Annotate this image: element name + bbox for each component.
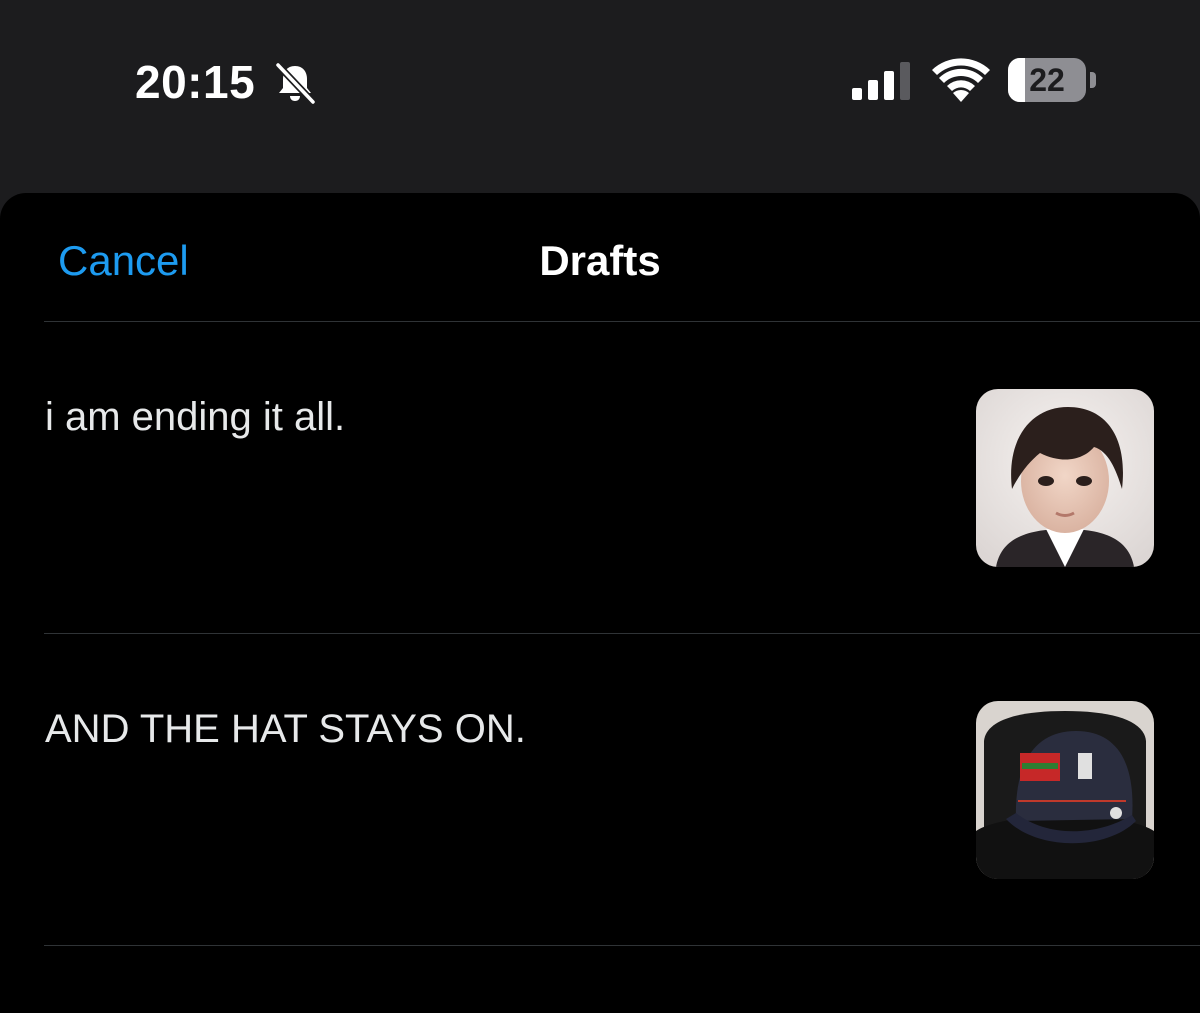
draft-thumbnail-portrait <box>976 389 1154 567</box>
draft-text: i am ending it all. <box>45 395 346 439</box>
cancel-button[interactable]: Cancel <box>58 233 189 289</box>
battery-percent: 22 <box>1029 62 1065 98</box>
bell-slash-icon <box>274 61 317 106</box>
sheet-header: Drafts Cancel <box>0 193 1200 321</box>
draft-thumbnail-cap <box>976 701 1154 879</box>
draft-item[interactable]: AND THE HAT STAYS ON. <box>0 634 1200 946</box>
wifi-icon <box>932 58 990 102</box>
battery-tip <box>1090 72 1096 88</box>
cellular-signal-icon <box>852 62 910 100</box>
draft-divider <box>44 945 1200 946</box>
battery-indicator: 22 <box>1008 58 1096 102</box>
drafts-sheet: Drafts Cancel i am ending it all. AND TH… <box>0 193 1200 1013</box>
status-time: 20:15 <box>135 56 256 108</box>
battery-icon: 22 <box>1008 58 1086 102</box>
draft-text: AND THE HAT STAYS ON. <box>45 707 526 751</box>
status-bar: 20:15 22 <box>0 0 1200 192</box>
draft-item[interactable]: i am ending it all. <box>0 322 1200 634</box>
